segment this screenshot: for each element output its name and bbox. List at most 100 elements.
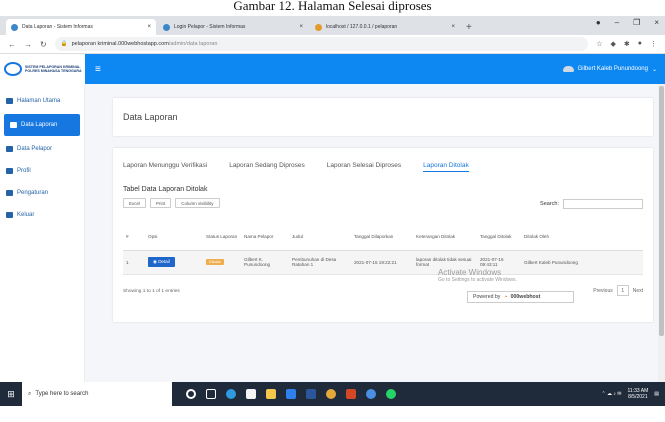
report-icon (10, 122, 17, 128)
sidebar-item-pengaturan[interactable]: Pengaturan (0, 182, 84, 204)
brand-line2: POLRES MINAHASA TENGGARA (25, 69, 82, 73)
cell-nama: Gilbert K. Punundoong (241, 250, 289, 275)
browser-tab-login[interactable]: Login Pelapor - Sistem Informas × (158, 19, 308, 35)
brand[interactable]: SISTEM PELAPORAN KRIMINAL POLRES MINAHASA… (0, 54, 85, 84)
browser-tab-data-laporan[interactable]: Data Laporan - Sistem Informas × (6, 19, 156, 35)
user-icon (6, 168, 13, 174)
table-row: 1 ◉ Detail Ditolak Gilbert K. Punundoong… (123, 250, 643, 275)
search-input[interactable] (563, 199, 643, 209)
profile-icon[interactable]: ● (596, 18, 601, 27)
col-header[interactable]: Opsi (145, 224, 203, 251)
url-field[interactable]: 🔒 pelaporan kriminal.000webhostapp.com/a… (54, 37, 589, 51)
scrollbar-thumb[interactable] (659, 86, 664, 336)
sidebar-item-data-laporan[interactable]: Data Laporan (4, 114, 80, 136)
close-window-icon[interactable]: × (654, 18, 659, 27)
task-view-icon[interactable] (206, 389, 216, 399)
home-icon (6, 98, 13, 104)
column-visibility-button[interactable]: Column visibility (175, 198, 220, 208)
page-scrollbar[interactable] (658, 84, 665, 382)
close-icon[interactable]: × (147, 24, 151, 30)
reload-icon[interactable]: ↻ (40, 40, 47, 49)
more-icon[interactable]: ⋮ (650, 40, 657, 48)
tab-sedang-diproses[interactable]: Laporan Sedang Diproses (229, 162, 305, 172)
col-header[interactable]: # (123, 224, 145, 251)
logout-icon (6, 212, 13, 218)
lock-icon: 🔒 (60, 41, 68, 47)
sidebar-item-profil[interactable]: Profil (0, 160, 84, 182)
pagination: Previous 1 Next (593, 285, 643, 296)
avatar[interactable]: ● (638, 40, 642, 48)
page-title-card: Data Laporan (113, 98, 653, 136)
url-domain: pelaporan kriminal.000webhostapp.com (71, 41, 169, 47)
restore-icon[interactable]: ❐ (633, 18, 640, 27)
forward-icon[interactable]: → (24, 40, 32, 49)
extension-icon[interactable]: ◆ (611, 40, 616, 48)
table-search: Search: (540, 199, 643, 209)
report-table: # Opsi Status Laporan Nama Pelapor Judul… (123, 224, 643, 275)
cell-tanggal: 2021-07-15 19:22:21 (351, 250, 413, 275)
table-header-row: # Opsi Status Laporan Nama Pelapor Judul… (123, 224, 643, 251)
report-tabs: Laporan Menunggu Verifikasi Laporan Seda… (123, 162, 469, 172)
browser-tab-strip: Data Laporan - Sistem Informas × Login Pe… (0, 16, 665, 35)
sidebar-item-halaman-utama[interactable]: Halaman Utama (0, 90, 84, 112)
back-icon[interactable]: ← (8, 40, 16, 49)
mail-icon[interactable] (286, 389, 296, 399)
browser-tab-phpmyadmin[interactable]: localhost / 127.0.0.1 / pelaporan × (310, 19, 460, 35)
col-header[interactable]: Ditolak Oleh (521, 224, 643, 251)
minimize-icon[interactable]: – (615, 18, 619, 27)
powerpoint-icon[interactable] (346, 389, 356, 399)
windows-start-icon[interactable]: ⊞ (0, 382, 22, 406)
sidebar-item-data-pelapor[interactable]: Data Pelapor (0, 138, 84, 160)
star-icon[interactable]: ☆ (596, 40, 602, 48)
tray-icons[interactable]: ⌃ ☁ ♪ ✉ (601, 391, 621, 397)
activate-windows-watermark: Activate Windows Go to Settings to activ… (438, 268, 517, 283)
hamburger-menu-icon[interactable]: ≡ (95, 64, 101, 75)
user-avatar-icon (562, 66, 574, 72)
cell-judul: Pembunuhan di Desa Ratahan 1 (289, 250, 351, 275)
favicon-icon (11, 23, 18, 31)
table-info: Showing 1 to 1 of 1 entries (123, 289, 180, 294)
excel-button[interactable]: Excel (123, 198, 147, 208)
tab-menunggu-verifikasi[interactable]: Laporan Menunggu Verifikasi (123, 162, 207, 172)
cell-no: 1 (123, 250, 145, 275)
host-logo-icon: ◔ (503, 293, 508, 301)
user-menu[interactable]: Gilbert Kaleb Punundoong ⌄ (562, 66, 657, 73)
clock[interactable]: 11:33 AM 8/5/2021 (628, 388, 649, 400)
explorer-icon[interactable] (266, 389, 276, 399)
notification-icon[interactable]: ▤ (654, 391, 659, 397)
print-button[interactable]: Print (150, 198, 172, 208)
close-icon[interactable]: × (299, 24, 303, 30)
word-icon[interactable] (306, 389, 316, 399)
sidebar-item-keluar[interactable]: Keluar (0, 204, 84, 226)
next-button[interactable]: Next (633, 288, 643, 294)
tab-selesai-diproses[interactable]: Laporan Selesai Diproses (327, 162, 401, 172)
col-header[interactable]: Keterangan Ditolak (413, 224, 477, 251)
new-tab-icon[interactable]: + (466, 21, 472, 35)
edge-icon[interactable] (226, 389, 236, 399)
browser-icon[interactable] (366, 389, 376, 399)
powered-by-badge[interactable]: Powered by ◔ 000webhost (467, 291, 574, 303)
chrome-icon[interactable] (326, 389, 336, 399)
taskbar-search[interactable]: ⌕ Type here to search (22, 382, 172, 406)
whatsapp-icon[interactable] (386, 389, 396, 399)
store-icon[interactable] (246, 389, 256, 399)
col-header[interactable]: Tanggal Dilaporkan (351, 224, 413, 251)
tab-ditolak[interactable]: Laporan Ditolak (423, 162, 469, 172)
col-header[interactable]: Nama Pelapor (241, 224, 289, 251)
export-buttons: Excel Print Column visibility (123, 198, 220, 208)
close-icon[interactable]: × (451, 24, 455, 30)
cortana-icon[interactable] (186, 389, 196, 399)
windows-taskbar: ⊞ ⌕ Type here to search ⌃ ☁ ♪ ✉ 11:33 AM 8… (0, 382, 665, 406)
brand-logo-icon (4, 62, 22, 76)
main-content: Data Laporan Laporan Menunggu Verifikasi… (85, 84, 665, 382)
previous-button[interactable]: Previous (593, 288, 612, 294)
page-button-1[interactable]: 1 (616, 285, 629, 296)
system-tray: ⌃ ☁ ♪ ✉ 11:33 AM 8/5/2021 ▤ (601, 388, 659, 400)
search-label: Search: (540, 201, 559, 207)
users-icon (6, 146, 13, 152)
col-header[interactable]: Judul (289, 224, 351, 251)
puzzle-icon[interactable]: ✱ (624, 40, 630, 48)
col-header[interactable]: Tanggal Ditolak (477, 224, 521, 251)
col-header[interactable]: Status Laporan (203, 224, 241, 251)
detail-button[interactable]: ◉ Detail (148, 257, 175, 267)
